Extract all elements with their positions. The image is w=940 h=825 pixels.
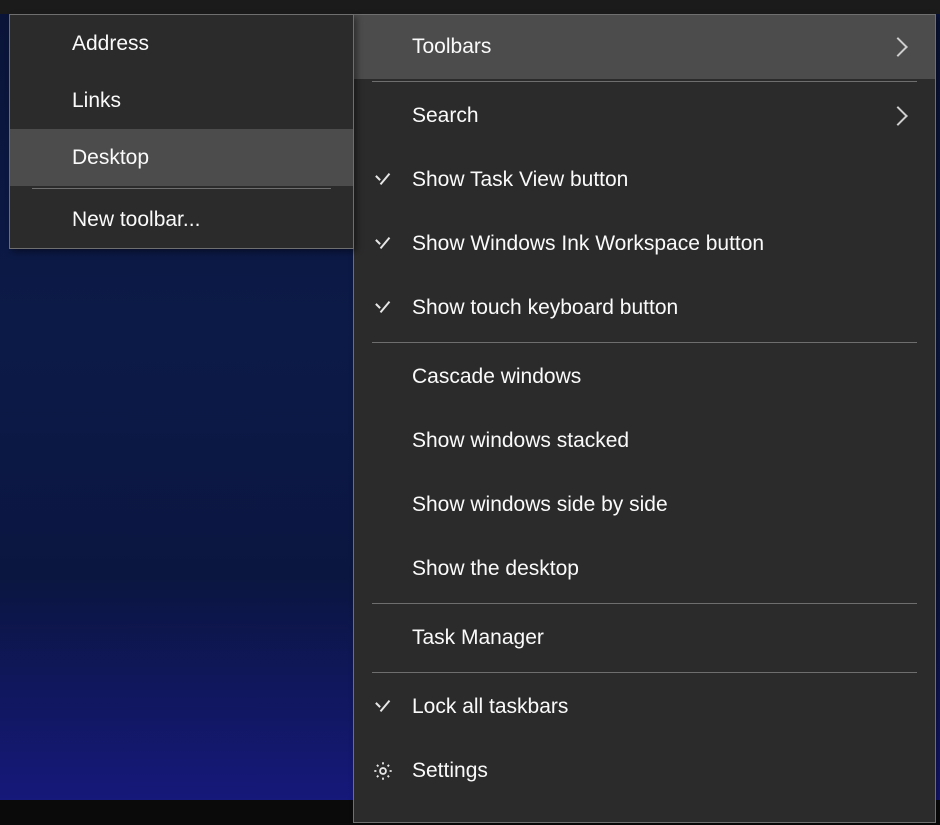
menu-item-label: Show windows stacked (412, 429, 911, 453)
menu-item-label: Settings (412, 759, 911, 783)
submenu-item-desktop[interactable]: Desktop (10, 129, 353, 186)
menu-item-show-stacked[interactable]: Show windows stacked (354, 409, 935, 473)
check-icon (372, 696, 394, 718)
check-icon (372, 233, 394, 255)
menu-item-label: Cascade windows (412, 365, 911, 389)
menu-item-cascade-windows[interactable]: Cascade windows (354, 345, 935, 409)
menu-item-show-touch-keyboard[interactable]: Show touch keyboard button (354, 276, 935, 340)
menu-item-show-side-by-side[interactable]: Show windows side by side (354, 473, 935, 537)
top-background-strip (0, 0, 940, 14)
menu-item-label: Toolbars (412, 35, 891, 59)
menu-item-label: Show Task View button (412, 168, 911, 192)
separator (372, 342, 917, 343)
menu-item-show-ink-workspace[interactable]: Show Windows Ink Workspace button (354, 212, 935, 276)
separator (372, 81, 917, 82)
menu-item-label: Show windows side by side (412, 493, 911, 517)
menu-item-lock-all-taskbars[interactable]: Lock all taskbars (354, 675, 935, 739)
menu-item-show-task-view[interactable]: Show Task View button (354, 148, 935, 212)
menu-item-toolbars[interactable]: Toolbars (354, 15, 935, 79)
checkmark-slot (354, 169, 412, 191)
chevron-right-icon (888, 37, 908, 57)
taskbar-context-menu: Toolbars Search Show Task View button Sh… (353, 14, 936, 823)
toolbars-submenu: Address Links Desktop New toolbar... (9, 14, 354, 249)
menu-item-label: Show the desktop (412, 557, 911, 581)
menu-item-label: Show Windows Ink Workspace button (412, 232, 911, 256)
submenu-item-label: New toolbar... (72, 208, 329, 232)
separator (32, 188, 331, 189)
checkmark-slot (354, 696, 412, 718)
gear-icon-slot (354, 760, 412, 782)
menu-item-task-manager[interactable]: Task Manager (354, 606, 935, 670)
checkmark-slot (354, 233, 412, 255)
submenu-item-address[interactable]: Address (10, 15, 353, 72)
menu-item-search[interactable]: Search (354, 84, 935, 148)
submenu-item-label: Address (72, 32, 329, 56)
menu-item-label: Lock all taskbars (412, 695, 911, 719)
check-icon (372, 297, 394, 319)
gear-icon (372, 760, 394, 782)
checkmark-slot (354, 297, 412, 319)
menu-item-label: Search (412, 104, 891, 128)
submenu-item-label: Desktop (72, 146, 329, 170)
separator (372, 603, 917, 604)
chevron-right-icon (888, 106, 908, 126)
submenu-item-new-toolbar[interactable]: New toolbar... (10, 191, 353, 248)
submenu-item-links[interactable]: Links (10, 72, 353, 129)
menu-item-label: Task Manager (412, 626, 911, 650)
check-icon (372, 169, 394, 191)
menu-item-settings[interactable]: Settings (354, 739, 935, 803)
menu-item-label: Show touch keyboard button (412, 296, 911, 320)
separator (372, 672, 917, 673)
menu-item-show-the-desktop[interactable]: Show the desktop (354, 537, 935, 601)
submenu-item-label: Links (72, 89, 329, 113)
